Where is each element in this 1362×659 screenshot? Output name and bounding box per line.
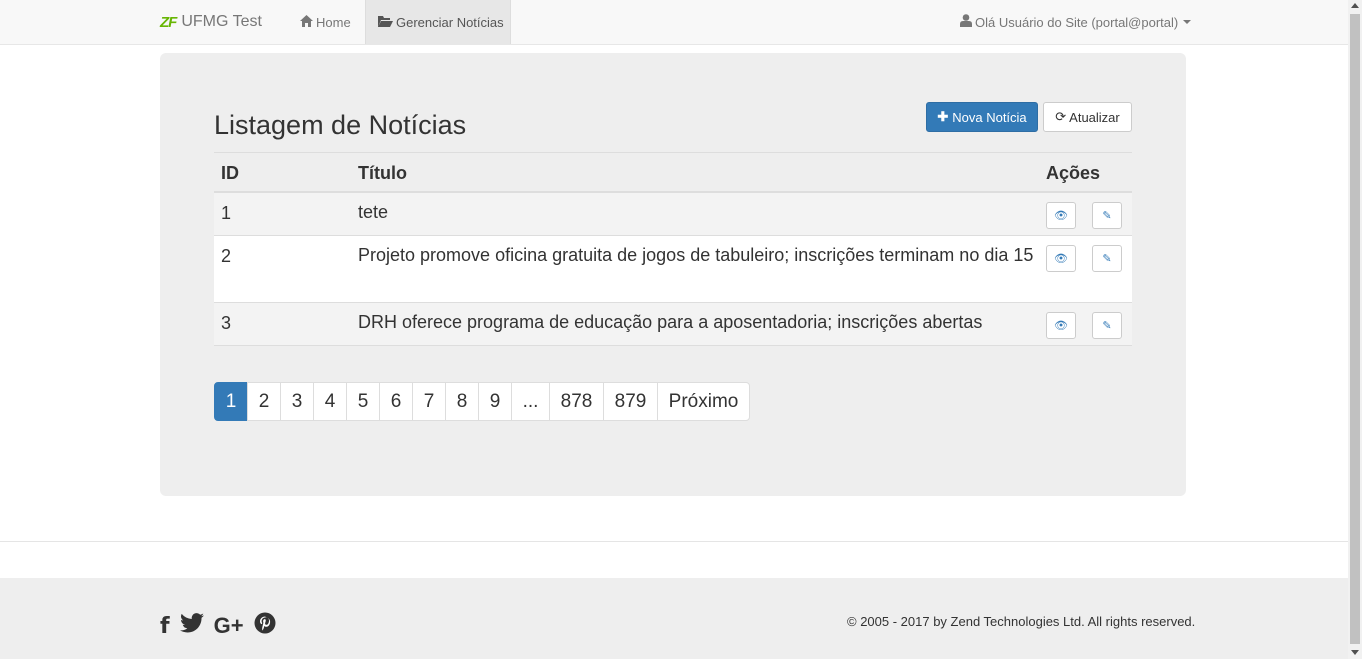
edit-button[interactable]: ✎ [1092, 202, 1122, 229]
header-id: ID [221, 163, 239, 183]
nav-home[interactable]: Home [300, 0, 351, 44]
navbar: ZF UFMG Test Home Gerenciar Notícias Olá… [0, 0, 1348, 45]
divider [0, 541, 1348, 542]
table-header: ID Título Ações [214, 152, 1132, 193]
page-next[interactable]: Próximo [657, 382, 750, 421]
scroll-thumb[interactable] [1350, 14, 1360, 644]
page-title: Listagem de Notícias [214, 110, 467, 140]
eye-icon: 👁 [1054, 320, 1068, 332]
page-link-1[interactable]: 1 [214, 382, 248, 421]
cell-title: Projeto promove oficina gratuita de jogo… [358, 245, 1034, 265]
new-news-button[interactable]: ✚ Nova Notícia [926, 102, 1038, 132]
social-links: f G+ [160, 612, 276, 640]
page-link-2[interactable]: 2 [247, 382, 281, 421]
twitter-icon[interactable] [179, 613, 204, 639]
table-row: 3 DRH oferece programa de educação para … [214, 303, 1132, 346]
nav-gerenciar-noticias[interactable]: Gerenciar Notícias [365, 0, 511, 44]
edit-icon: ✎ [1102, 210, 1112, 222]
edit-icon: ✎ [1102, 320, 1112, 332]
header-title: Título [358, 163, 407, 183]
view-button[interactable]: 👁 [1046, 202, 1076, 229]
page-link-4[interactable]: 4 [313, 382, 347, 421]
vertical-scrollbar[interactable] [1348, 0, 1362, 659]
page-link-7[interactable]: 7 [412, 382, 446, 421]
folder-open-icon [378, 15, 393, 30]
page-link-3[interactable]: 3 [280, 382, 314, 421]
google-plus-icon[interactable]: G+ [214, 613, 244, 639]
eye-icon: 👁 [1054, 253, 1068, 265]
brand-link[interactable]: ZF UFMG Test [160, 0, 262, 44]
cell-title: tete [358, 202, 389, 222]
view-button[interactable]: 👁 [1046, 245, 1076, 272]
user-menu-label: Olá Usuário do Site (portal@portal) [975, 14, 1179, 30]
page-link-878[interactable]: 878 [549, 382, 604, 421]
table-row: 2 Projeto promove oficina gratuita de jo… [214, 236, 1132, 303]
cell-id: 1 [221, 203, 232, 223]
edit-button[interactable]: ✎ [1092, 312, 1122, 339]
scroll-up-icon[interactable] [1351, 3, 1359, 8]
pagination: 1 2 3 4 5 6 7 8 9 ... 878 879 Próximo [214, 382, 750, 421]
home-icon [300, 14, 313, 30]
page-link-6[interactable]: 6 [379, 382, 413, 421]
edit-button[interactable]: ✎ [1092, 245, 1122, 272]
user-menu-dropdown[interactable]: Olá Usuário do Site (portal@portal) [960, 0, 1192, 44]
zf-logo-icon: ZF [160, 13, 177, 31]
view-button[interactable]: 👁 [1046, 312, 1076, 339]
eye-icon: 👁 [1054, 210, 1068, 222]
user-icon [960, 14, 972, 30]
page-link-8[interactable]: 8 [445, 382, 479, 421]
nav-home-label: Home [316, 14, 351, 30]
page-link-5[interactable]: 5 [346, 382, 380, 421]
plus-icon: ✚ [937, 109, 949, 124]
news-table: ID Título Ações 1 tete 👁 ✎ 2 Projeto pro… [214, 152, 1132, 346]
brand-name: UFMG Test [181, 13, 262, 30]
page-link-879[interactable]: 879 [603, 382, 658, 421]
table-row: 1 tete 👁 ✎ [214, 193, 1132, 236]
refresh-icon: ⟳ [1055, 109, 1067, 124]
new-news-label: Nova Notícia [952, 109, 1027, 125]
pinterest-icon[interactable] [254, 612, 276, 640]
header-actions: Ações [1046, 163, 1101, 183]
nav-news-label: Gerenciar Notícias [396, 14, 504, 30]
refresh-button[interactable]: ⟳ Atualizar [1043, 102, 1132, 132]
page-link-9[interactable]: 9 [478, 382, 512, 421]
page-ellipsis: ... [511, 382, 550, 421]
copyright-text: © 2005 - 2017 by Zend Technologies Ltd. … [847, 614, 1196, 629]
cell-id: 2 [221, 246, 232, 266]
facebook-icon[interactable]: f [160, 614, 170, 639]
caret-down-icon [1183, 20, 1192, 24]
refresh-label: Atualizar [1069, 109, 1120, 125]
cell-title: DRH oferece programa de educação para a … [358, 312, 983, 332]
cell-id: 3 [221, 313, 232, 333]
scroll-down-icon[interactable] [1351, 650, 1359, 655]
edit-icon: ✎ [1102, 253, 1112, 265]
